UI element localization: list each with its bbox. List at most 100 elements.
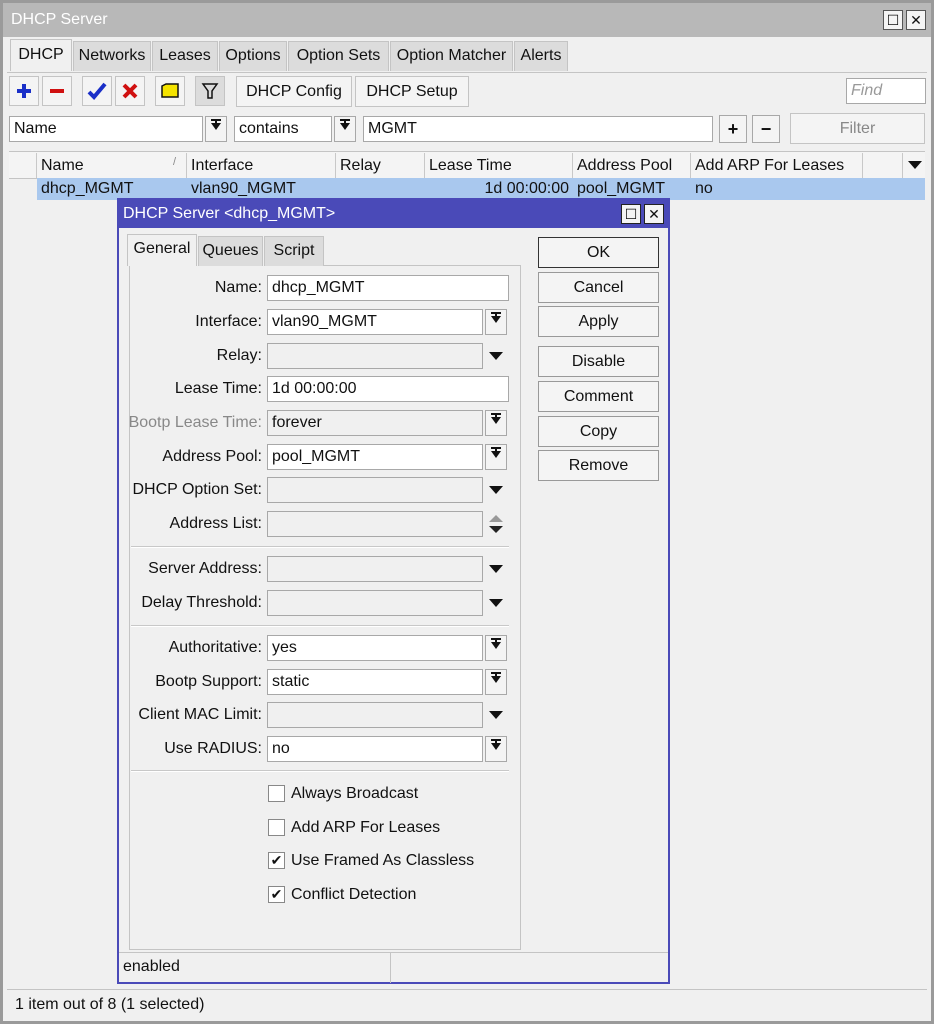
server-address-expand-icon[interactable] (489, 565, 503, 573)
column-header-name[interactable]: Name (37, 153, 187, 178)
copy-button[interactable]: Copy (538, 416, 659, 447)
sort-icon: / (173, 156, 177, 168)
add-arp-for-leases-label: Add ARP For Leases (291, 819, 441, 836)
delay-threshold-input[interactable] (267, 590, 483, 616)
always-broadcast-checkbox[interactable] (268, 785, 285, 802)
use-radius-select[interactable]: no (267, 736, 483, 762)
tab-alerts[interactable]: Alerts (514, 41, 568, 71)
window-titlebar[interactable]: DHCP Server ☐ ✕ (3, 3, 931, 37)
filter-remove-button[interactable]: − (752, 115, 780, 143)
column-header-relay[interactable]: Relay (336, 153, 425, 178)
dropdown-arrow-icon (491, 312, 501, 323)
column-header-address-pool[interactable]: Address Pool (573, 153, 691, 178)
comment-button[interactable] (155, 76, 185, 106)
enable-button[interactable] (82, 76, 112, 106)
dialog-status-bar: enabled (119, 952, 668, 983)
always-broadcast-label: Always Broadcast (291, 785, 419, 802)
filter-button[interactable]: Filter (790, 113, 925, 144)
bootp-lease-time-label: Bootp Lease Time: (128, 414, 262, 431)
bootp-lease-time-dropdown[interactable] (485, 410, 507, 436)
name-input[interactable]: dhcp_MGMT (267, 275, 509, 301)
filter-add-button[interactable]: + (719, 115, 747, 143)
checkmark-icon (87, 82, 107, 100)
dhcp-setup-button[interactable]: DHCP Setup (355, 76, 469, 107)
dialog-title: DHCP Server <dhcp_MGMT> (123, 205, 336, 222)
conflict-detection-label: Conflict Detection (291, 886, 417, 903)
filter-value-input[interactable]: MGMT (363, 116, 713, 142)
dhcp-option-set-input[interactable] (267, 477, 483, 503)
apply-button[interactable]: Apply (538, 306, 659, 337)
filter-field-dropdown[interactable] (205, 116, 227, 142)
updown-icon[interactable] (488, 513, 504, 535)
column-header-add-arp[interactable]: Add ARP For Leases (691, 153, 863, 178)
dialog-maximize-icon[interactable]: ☐ (621, 204, 641, 224)
separator (131, 770, 509, 772)
tab-leases[interactable]: Leases (152, 41, 218, 71)
filter-field-select[interactable]: Name (9, 116, 203, 142)
relay-expand-icon[interactable] (489, 352, 503, 360)
close-icon[interactable]: ✕ (906, 10, 926, 30)
server-address-input[interactable] (267, 556, 483, 582)
separator (131, 625, 509, 627)
tab-options[interactable]: Options (219, 41, 287, 71)
cell-add-arp: no (695, 180, 713, 197)
column-header-lease-time[interactable]: Lease Time (425, 153, 573, 178)
comment-button[interactable]: Comment (538, 381, 659, 412)
tab-networks[interactable]: Networks (73, 41, 151, 71)
dropdown-arrow-icon (211, 119, 221, 130)
dialog-tab-queues[interactable]: Queues (198, 236, 263, 266)
address-pool-select[interactable]: pool_MGMT (267, 444, 483, 470)
address-list-input[interactable] (267, 511, 483, 537)
delay-threshold-expand-icon[interactable] (489, 599, 503, 607)
interface-dropdown[interactable] (485, 309, 507, 335)
dhcp-option-set-expand-icon[interactable] (489, 486, 503, 494)
column-header-interface[interactable]: Interface (187, 153, 336, 178)
use-framed-as-classless-checkbox[interactable]: ✔ (268, 852, 285, 869)
disable-button[interactable] (115, 76, 145, 106)
authoritative-dropdown[interactable] (485, 635, 507, 661)
filter-toggle-button[interactable] (195, 76, 225, 106)
column-menu-icon[interactable] (908, 161, 922, 169)
add-arp-for-leases-checkbox[interactable] (268, 819, 285, 836)
dialog-titlebar[interactable]: DHCP Server <dhcp_MGMT> ☐ ✕ (119, 200, 668, 228)
window-title: DHCP Server (11, 11, 108, 28)
use-radius-dropdown[interactable] (485, 736, 507, 762)
address-pool-dropdown[interactable] (485, 444, 507, 470)
disable-button[interactable]: Disable (538, 346, 659, 377)
bootp-support-dropdown[interactable] (485, 669, 507, 695)
dhcp-config-button[interactable]: DHCP Config (236, 76, 352, 107)
filter-operator-select[interactable]: contains (234, 116, 332, 142)
remove-button[interactable]: Remove (538, 450, 659, 481)
ok-button[interactable]: OK (538, 237, 659, 268)
tab-dhcp[interactable]: DHCP (10, 39, 72, 71)
client-mac-limit-expand-icon[interactable] (489, 711, 503, 719)
funnel-icon (201, 83, 219, 99)
tab-divider (7, 72, 927, 73)
dialog-tab-script[interactable]: Script (264, 236, 324, 266)
lease-time-input[interactable]: 1d 00:00:00 (267, 376, 509, 402)
maximize-icon[interactable]: ☐ (883, 10, 903, 30)
cancel-button[interactable]: Cancel (538, 272, 659, 303)
bootp-support-select[interactable]: static (267, 669, 483, 695)
dialog-close-icon[interactable]: ✕ (644, 204, 664, 224)
add-button[interactable] (9, 76, 39, 106)
column-header-filler (863, 153, 903, 178)
find-input[interactable]: Find (846, 78, 926, 104)
relay-input[interactable] (267, 343, 483, 369)
bootp-support-label: Bootp Support: (155, 673, 262, 690)
use-radius-label: Use RADIUS: (164, 740, 262, 757)
filter-operator-dropdown[interactable] (334, 116, 356, 142)
authoritative-select[interactable]: yes (267, 635, 483, 661)
tab-option-sets[interactable]: Option Sets (288, 41, 389, 71)
client-mac-limit-input[interactable] (267, 702, 483, 728)
conflict-detection-checkbox[interactable]: ✔ (268, 886, 285, 903)
remove-button[interactable] (42, 76, 72, 106)
interface-select[interactable]: vlan90_MGMT (267, 309, 483, 335)
dhcp-option-set-label: DHCP Option Set: (132, 481, 262, 498)
dialog-tab-general[interactable]: General (127, 234, 197, 266)
minus-icon (50, 89, 64, 93)
bootp-lease-time-select[interactable]: forever (267, 410, 483, 436)
cell-name: dhcp_MGMT (41, 180, 134, 197)
cell-interface: vlan90_MGMT (191, 180, 296, 197)
tab-option-matcher[interactable]: Option Matcher (390, 41, 513, 71)
